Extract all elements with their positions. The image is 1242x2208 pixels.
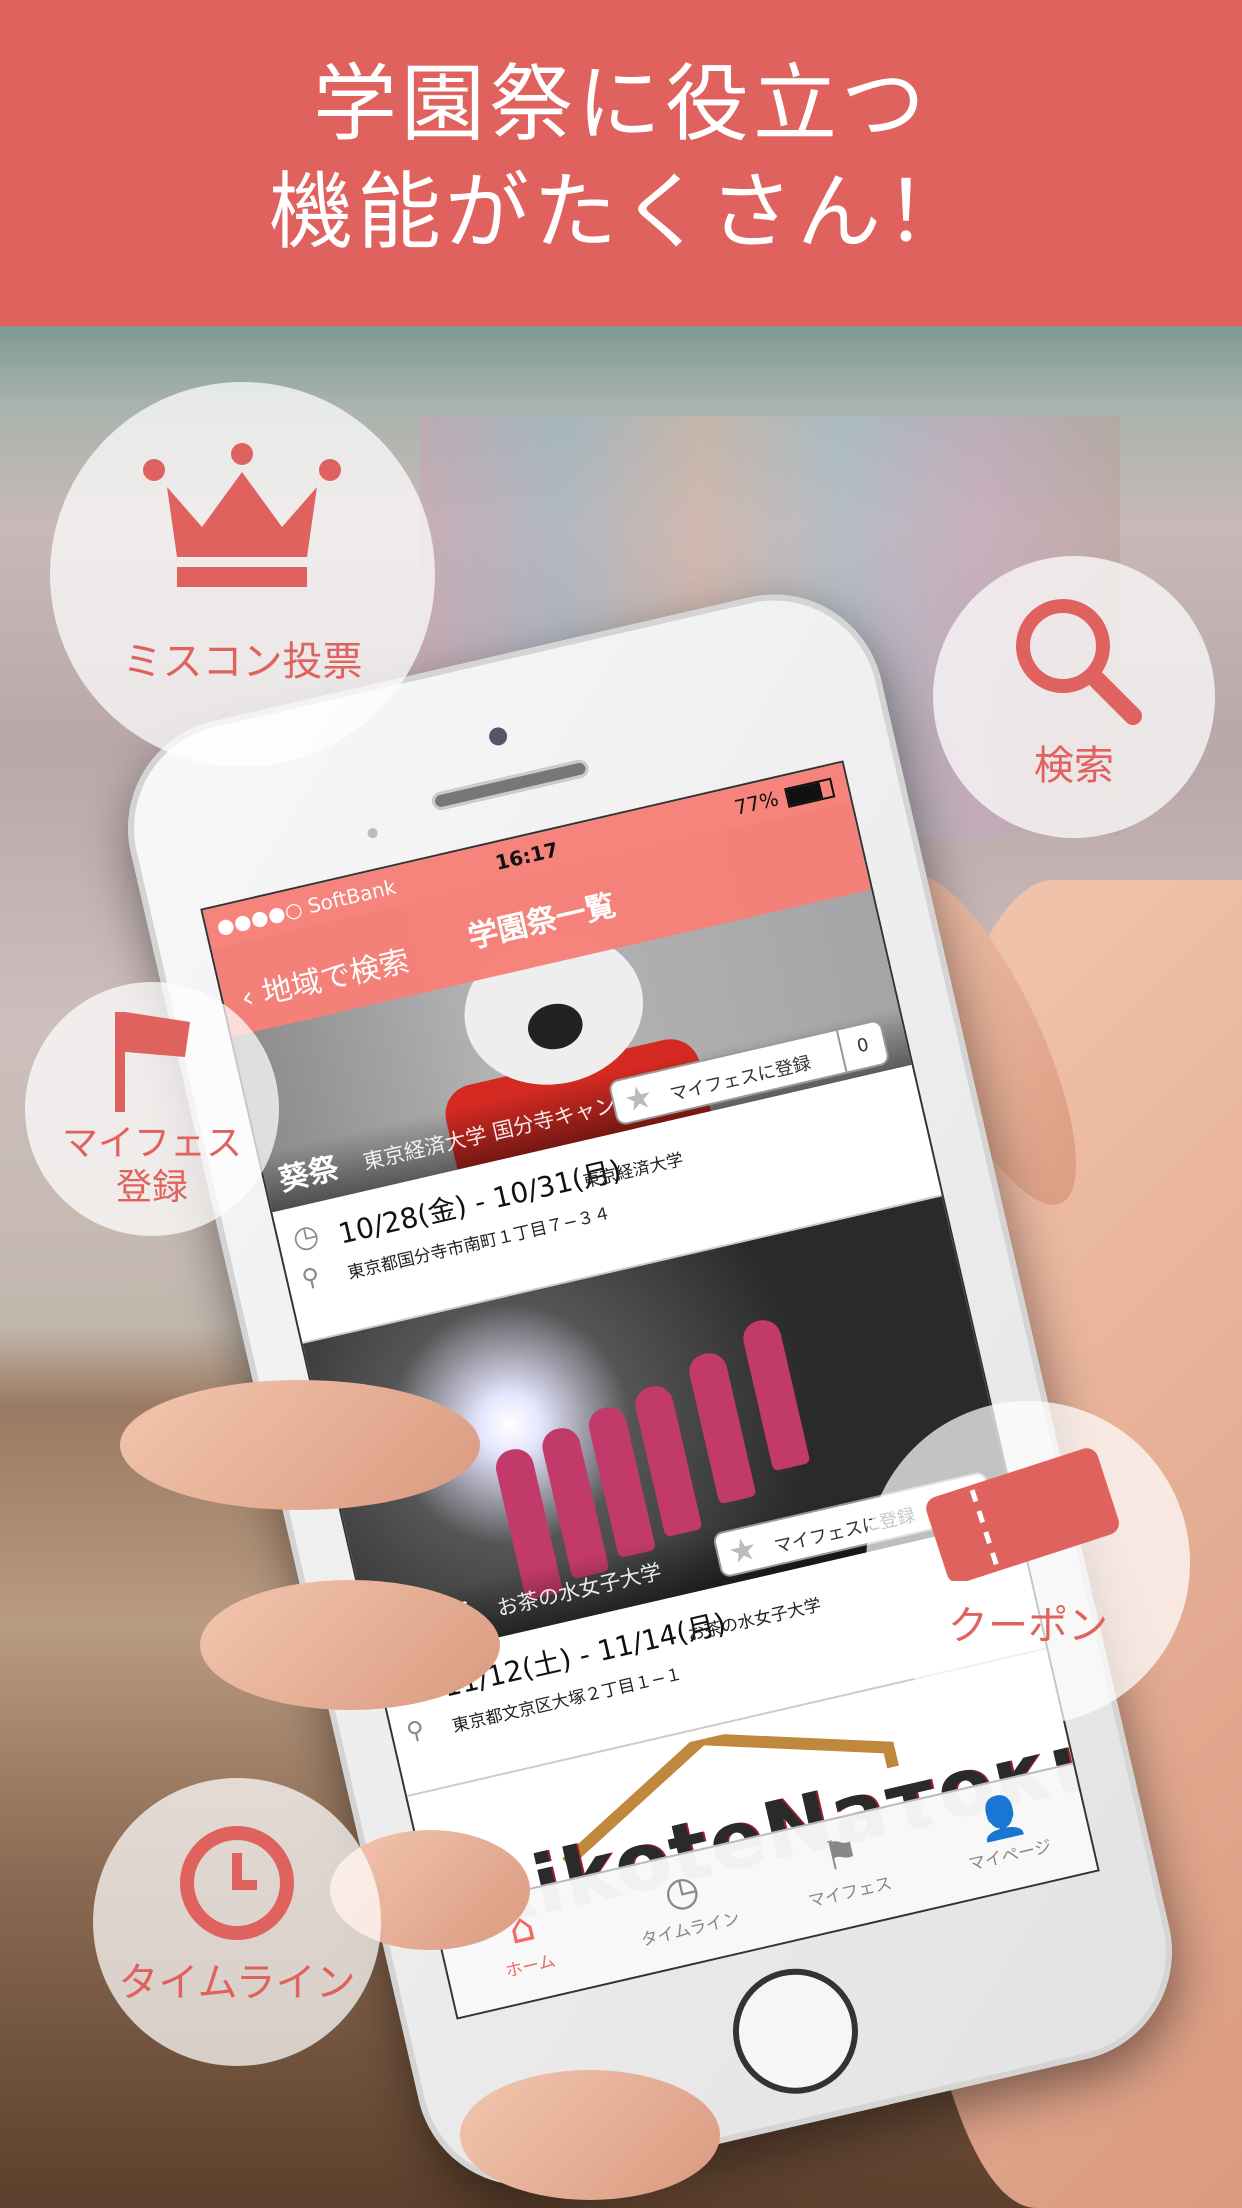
finger (200, 1580, 500, 1710)
crown-icon (143, 443, 341, 587)
feature-coupon: クーポン (866, 1401, 1190, 1725)
banner-line-1: 学園祭に役立つ (312, 55, 929, 153)
location-pin-icon: ⚲ (403, 1714, 428, 1747)
clock-icon: ◷ (289, 1216, 323, 1257)
location-pin-icon: ⚲ (299, 1261, 323, 1294)
feature-myfes-register: マイフェス 登録 (25, 982, 279, 1236)
feature-label: 検索 (1034, 743, 1114, 789)
feature-label: マイフェス (61, 1123, 242, 1164)
promo-banner: 学園祭に役立つ 機能がたくさん！ (0, 0, 1242, 326)
feature-label: クーポン (948, 1603, 1108, 1649)
star-icon: ★ (724, 1528, 762, 1572)
festival-name: 葵祭 (275, 1150, 342, 1199)
feature-timeline: タイムライン (93, 1778, 381, 2066)
sensor (366, 827, 379, 840)
feature-label: ミスコン投票 (122, 639, 363, 685)
finger (120, 1380, 480, 1510)
camera (487, 725, 509, 748)
feature-miss-contest: ミスコン投票 (50, 382, 435, 767)
finger (460, 2070, 720, 2200)
speaker (430, 758, 591, 812)
star-icon: ★ (620, 1076, 657, 1120)
banner-line-2: 機能がたくさん！ (268, 163, 973, 261)
search-icon (1016, 599, 1142, 725)
home-button[interactable] (720, 1956, 871, 2107)
battery-percent: 77% (732, 786, 781, 820)
flag-icon (115, 1012, 190, 1112)
feature-label: タイムライン (118, 1960, 356, 2006)
clock-icon (180, 1826, 294, 1940)
ticket-icon (926, 1448, 1119, 1581)
feature-label: 登録 (115, 1167, 188, 1208)
feature-search: 検索 (933, 556, 1215, 838)
tab-label: ホーム (503, 1951, 558, 1983)
fav-count: 0 (836, 1021, 889, 1072)
